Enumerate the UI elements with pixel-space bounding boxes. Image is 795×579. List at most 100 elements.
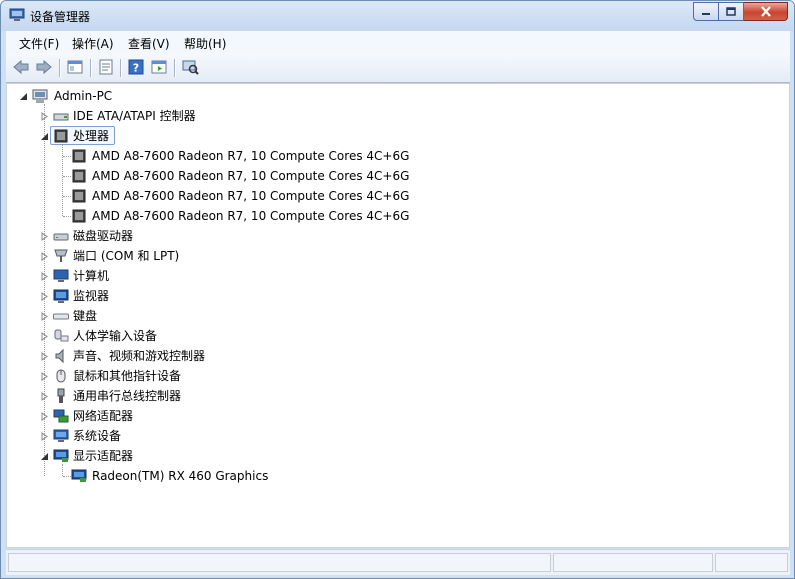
- tree-node-hid[interactable]: 人体学输入设备: [7, 326, 307, 346]
- tree-node-display[interactable]: 显示适配器: [7, 446, 307, 466]
- usb-icon: [57, 388, 65, 403]
- expand-triangle-icon[interactable]: [40, 412, 49, 421]
- expand-triangle-icon[interactable]: [40, 232, 49, 241]
- status-pane-tertiary: [715, 553, 788, 572]
- title-bar[interactable]: 设备管理器: [1, 1, 794, 31]
- toolbar-separator: [90, 59, 91, 77]
- tree-node-gpu[interactable]: Radeon(TM) RX 460 Graphics: [7, 466, 307, 486]
- properties-icon: [99, 59, 113, 75]
- minimize-button[interactable]: [693, 2, 719, 21]
- expand-triangle-icon[interactable]: [40, 252, 49, 261]
- tree-node-ports[interactable]: 端口 (COM 和 LPT): [7, 246, 307, 266]
- scan-hardware-button[interactable]: [181, 58, 199, 76]
- help-button[interactable]: ?: [127, 58, 145, 76]
- minimize-icon: [702, 12, 710, 15]
- tree-label-usb: 通用串行总线控制器: [73, 389, 182, 403]
- tree-label-system: 系统设备: [73, 429, 122, 443]
- processor-icon: [72, 209, 86, 223]
- expand-triangle-icon[interactable]: [40, 332, 49, 341]
- tree-label-cpu: AMD A8-7600 Radeon R7, 10 Compute Cores …: [92, 169, 410, 183]
- processor-icon: [72, 189, 86, 203]
- expand-triangle-icon[interactable]: [40, 312, 49, 321]
- expand-triangle-icon[interactable]: [40, 372, 49, 381]
- hid-device-icon: [54, 329, 69, 342]
- speaker-icon: [55, 348, 64, 364]
- console-view-icon: [151, 60, 167, 74]
- menu-help[interactable]: 帮助(H): [184, 35, 226, 52]
- port-connector-icon: [54, 249, 68, 262]
- monitor-icon: [53, 289, 69, 303]
- device-manager-window: 设备管理器 文件(F) 操作(A) 查看(V) 帮助(H) ? Admin-PC…: [0, 0, 795, 579]
- tree-node-usb[interactable]: 通用串行总线控制器: [7, 386, 307, 406]
- properties-button[interactable]: [97, 58, 115, 76]
- expand-triangle-icon[interactable]: [40, 392, 49, 401]
- tree-node-processors[interactable]: 处理器: [7, 126, 307, 146]
- back-button[interactable]: [12, 58, 30, 76]
- forward-arrow-icon: [36, 59, 52, 75]
- expand-triangle-icon[interactable]: [40, 272, 49, 281]
- processor-icon: [54, 129, 68, 143]
- expand-triangle-icon[interactable]: [40, 432, 49, 441]
- tree-node-cpu[interactable]: AMD A8-7600 Radeon R7, 10 Compute Cores …: [7, 186, 427, 206]
- toolbar-separator: [59, 59, 60, 77]
- tree-node-root[interactable]: Admin-PC: [7, 86, 307, 106]
- device-tree[interactable]: Admin-PC IDE ATA/ATAPI 控制器 处理器 AMD A8-76…: [6, 83, 790, 548]
- tree-label-root: Admin-PC: [54, 89, 113, 103]
- collapse-triangle-icon[interactable]: [19, 92, 28, 101]
- tree-label-processors: 处理器: [73, 129, 110, 143]
- tree-node-monitor[interactable]: 监视器: [7, 286, 307, 306]
- tree-label-ports: 端口 (COM 和 LPT): [73, 249, 180, 263]
- disk-drive-icon: [53, 233, 69, 241]
- show-hide-tree-icon: [67, 60, 83, 74]
- collapse-triangle-icon[interactable]: [40, 132, 49, 141]
- computer-icon: [32, 89, 48, 103]
- tree-label-hid: 人体学输入设备: [73, 329, 158, 343]
- expand-triangle-icon[interactable]: [40, 352, 49, 361]
- expand-triangle-icon[interactable]: [40, 112, 49, 121]
- tree-label-gpu: Radeon(TM) RX 460 Graphics: [92, 469, 269, 483]
- tree-label-display: 显示适配器: [73, 449, 134, 463]
- keyboard-icon: [53, 313, 69, 320]
- show-hide-tree-button[interactable]: [66, 58, 84, 76]
- tree-node-cpu[interactable]: AMD A8-7600 Radeon R7, 10 Compute Cores …: [7, 166, 427, 186]
- status-pane-secondary: [553, 553, 713, 572]
- tree-label-cpu: AMD A8-7600 Radeon R7, 10 Compute Cores …: [92, 149, 410, 163]
- tree-label-disk: 磁盘驱动器: [73, 229, 134, 243]
- menu-file[interactable]: 文件(F): [19, 35, 59, 52]
- display-adapter-icon: [71, 469, 87, 482]
- status-bar: [6, 549, 790, 575]
- computer-icon: [53, 269, 69, 282]
- menu-view[interactable]: 查看(V): [128, 35, 170, 52]
- tree-node-computer[interactable]: 计算机: [7, 266, 307, 286]
- tree-label-mouse: 鼠标和其他指针设备: [73, 369, 182, 383]
- tree-node-ide[interactable]: IDE ATA/ATAPI 控制器: [7, 106, 307, 126]
- tree-node-cpu[interactable]: AMD A8-7600 Radeon R7, 10 Compute Cores …: [7, 206, 427, 226]
- tree-node-sound[interactable]: 声音、视频和游戏控制器: [7, 346, 307, 366]
- menu-action[interactable]: 操作(A): [72, 35, 114, 52]
- maximize-icon: [726, 7, 736, 16]
- tree-label-network: 网络适配器: [73, 409, 134, 423]
- tree-node-network[interactable]: 网络适配器: [7, 406, 307, 426]
- maximize-button[interactable]: [719, 2, 744, 21]
- tree-label-cpu: AMD A8-7600 Radeon R7, 10 Compute Cores …: [92, 189, 410, 203]
- forward-button[interactable]: [35, 58, 53, 76]
- collapse-triangle-icon[interactable]: [40, 452, 49, 461]
- tree-node-cpu[interactable]: AMD A8-7600 Radeon R7, 10 Compute Cores …: [7, 146, 427, 166]
- tree-node-mouse[interactable]: 鼠标和其他指针设备: [7, 366, 307, 386]
- close-button[interactable]: [744, 2, 788, 21]
- tree-node-disk[interactable]: 磁盘驱动器: [7, 226, 307, 246]
- expand-triangle-icon[interactable]: [40, 292, 49, 301]
- help-icon: ?: [128, 59, 144, 75]
- tree-node-system[interactable]: 系统设备: [7, 426, 307, 446]
- mouse-icon: [56, 369, 66, 383]
- processor-icon: [72, 169, 86, 183]
- system-device-icon: [53, 429, 69, 442]
- toolbar-separator: [120, 59, 121, 77]
- device-manager-app-icon: [9, 8, 25, 21]
- tree-label-keyboard: 键盘: [73, 309, 98, 323]
- tree-node-keyboard[interactable]: 键盘: [7, 306, 307, 326]
- console-view-button[interactable]: [150, 58, 168, 76]
- svg-text:?: ?: [133, 62, 139, 75]
- tree-label-cpu: AMD A8-7600 Radeon R7, 10 Compute Cores …: [92, 209, 410, 223]
- network-adapter-icon: [53, 409, 69, 423]
